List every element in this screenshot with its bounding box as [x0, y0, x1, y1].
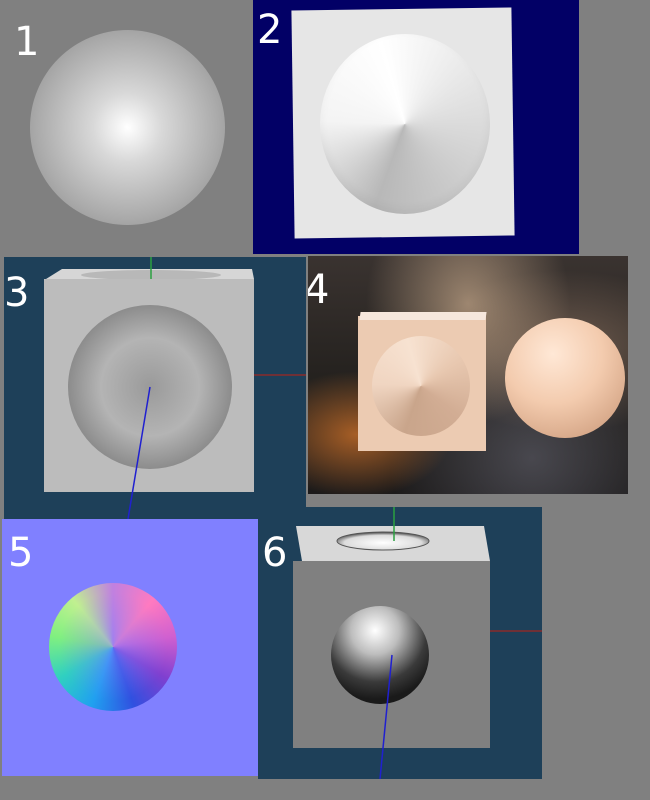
normal-map-sphere: [49, 583, 177, 711]
sphere-cube-render: [293, 507, 542, 779]
cube-render: [44, 257, 306, 519]
panel-5-normal-map: 5: [2, 519, 258, 776]
skin-cube-top: [359, 312, 487, 320]
skin-sphere: [505, 318, 625, 438]
panel-number-3: 3: [4, 270, 30, 316]
panel-2-dimple-plate: 2: [253, 0, 579, 254]
panel-number-4: 4: [308, 267, 330, 313]
conical-dimple: [320, 34, 490, 214]
panel-number-6: 6: [262, 530, 288, 576]
panel-1-radial-gradient: 1: [0, 0, 250, 255]
panel-6-sphere-cube-viewport: 6: [258, 507, 542, 779]
panel-4-skin-render: 4: [308, 256, 628, 494]
panel-number-2: 2: [257, 7, 283, 53]
panel-number-5: 5: [8, 530, 34, 576]
panel-3-cube-viewport: 3: [4, 257, 306, 519]
panel-number-1: 1: [14, 19, 40, 65]
radial-gradient-disc: [30, 30, 225, 225]
skin-cube-dimple: [372, 336, 470, 436]
inner-sphere: [331, 606, 429, 704]
cube-top-hole: [336, 531, 430, 551]
